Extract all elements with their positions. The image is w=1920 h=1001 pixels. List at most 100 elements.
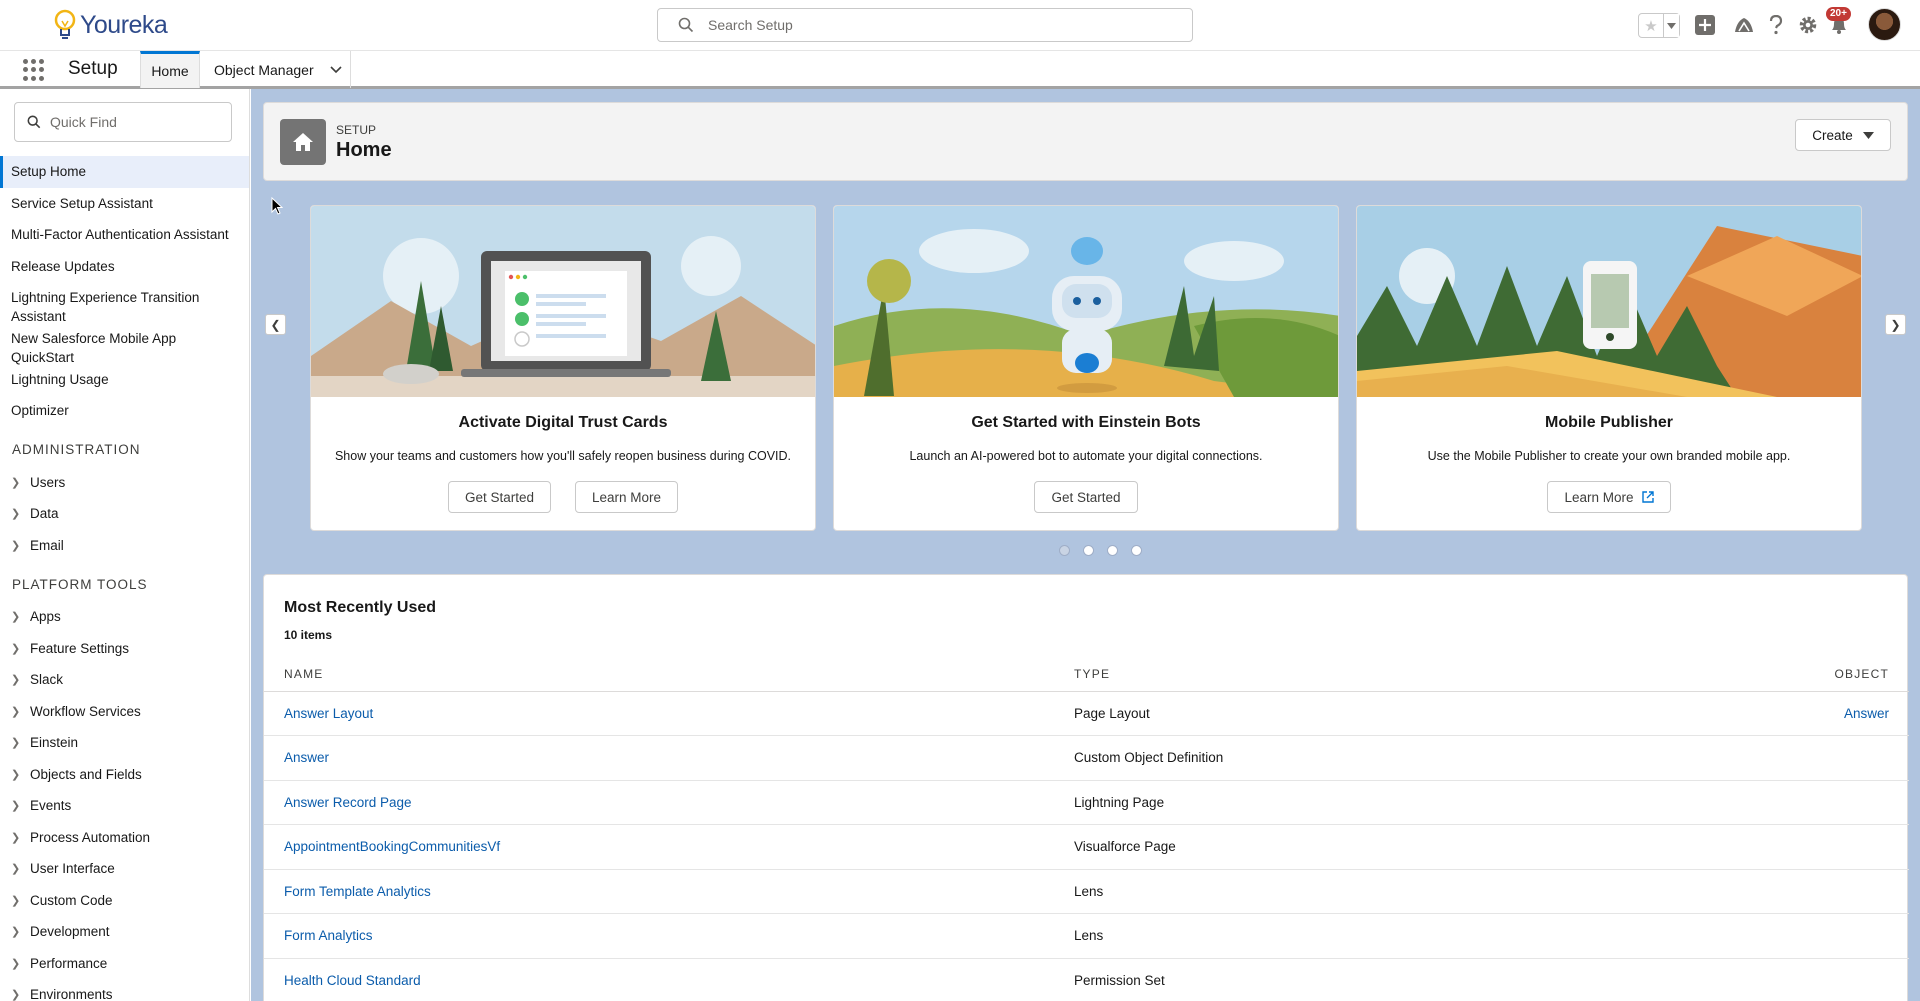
- sidebar-item-optimizer[interactable]: Optimizer: [0, 395, 249, 427]
- record-name-link[interactable]: Form Analytics: [284, 928, 373, 943]
- mru-table: NAME TYPE OBJECT Answer Layout Page Layo…: [264, 657, 1909, 1001]
- card-buttons: Learn More: [1357, 481, 1861, 513]
- record-object-link[interactable]: Answer: [1844, 706, 1889, 721]
- sidebar-item-label: Einstein: [30, 735, 79, 751]
- sidebar-item-environments[interactable]: ❯ Environments: [0, 979, 249, 1001]
- card-buttons: Get Started: [834, 481, 1338, 513]
- record-type: Page Layout: [1074, 691, 1631, 736]
- sidebar-item-performance[interactable]: ❯ Performance: [0, 948, 249, 980]
- lightbulb-logo-icon: [54, 9, 76, 39]
- favorites-group: ★: [1638, 13, 1680, 38]
- setup-gear-button[interactable]: [1795, 12, 1821, 38]
- record-name-link[interactable]: Answer: [284, 750, 329, 765]
- sidebar-item-objects-and-fields[interactable]: ❯ Objects and Fields: [0, 759, 249, 791]
- sidebar-item-apps[interactable]: ❯ Apps: [0, 601, 249, 633]
- sidebar-item-service-setup-assistant[interactable]: Service Setup Assistant: [0, 188, 249, 220]
- tab-object-manager[interactable]: Object Manager: [201, 51, 351, 88]
- global-header: Youreka ★ 20+: [0, 0, 1920, 51]
- sidebar-item-email[interactable]: ❯ Email: [0, 530, 249, 562]
- sidebar-item-workflow-services[interactable]: ❯ Workflow Services: [0, 696, 249, 728]
- sidebar-item-label: Environments: [30, 987, 113, 1001]
- sidebar-item-label: Performance: [30, 955, 108, 971]
- quick-find-box[interactable]: [14, 102, 232, 142]
- sidebar-item-events[interactable]: ❯ Events: [0, 790, 249, 822]
- chevron-right-icon: ❯: [11, 737, 21, 750]
- tab-home[interactable]: Home: [140, 51, 200, 88]
- search-setup-input[interactable]: [708, 17, 1148, 33]
- global-actions-button[interactable]: [1692, 12, 1718, 38]
- youreka-logo[interactable]: Youreka: [54, 8, 168, 42]
- column-header-type[interactable]: TYPE: [1074, 657, 1631, 692]
- table-row: Answer Record Page Lightning Page: [264, 780, 1909, 825]
- record-object: [1630, 958, 1909, 1001]
- table-header-row: NAME TYPE OBJECT: [264, 657, 1909, 692]
- sidebar-item-feature-settings[interactable]: ❯ Feature Settings: [0, 633, 249, 665]
- trailhead-button[interactable]: [1731, 12, 1757, 38]
- chevron-right-icon: ❯: [11, 894, 21, 907]
- learn-more-label: Learn More: [1564, 489, 1634, 505]
- record-name-link[interactable]: Form Template Analytics: [284, 884, 431, 899]
- sidebar-item-label: Apps: [30, 609, 61, 625]
- get-started-button[interactable]: Get Started: [1034, 481, 1138, 513]
- carousel-dot-4[interactable]: [1131, 545, 1142, 556]
- chevron-right-icon: ❯: [11, 674, 21, 687]
- sidebar-item-development[interactable]: ❯ Development: [0, 916, 249, 948]
- chevron-right-icon: ❯: [11, 539, 21, 552]
- page-header: SETUP Home Create: [263, 102, 1908, 181]
- sidebar-item-label: Custom Code: [30, 892, 113, 908]
- chevron-right-icon: ❯: [11, 642, 21, 655]
- learn-more-button[interactable]: Learn More: [575, 481, 679, 513]
- sidebar-item-label: Events: [30, 798, 72, 814]
- sidebar-item-mobile-quickstart[interactable]: New Salesforce Mobile App QuickStart: [0, 331, 249, 365]
- app-launcher-icon[interactable]: [23, 59, 45, 81]
- einstein-bot-illustration: [834, 206, 1338, 397]
- user-avatar[interactable]: [1868, 8, 1901, 41]
- carousel-dot-2[interactable]: [1083, 545, 1094, 556]
- setup-search-box[interactable]: [657, 8, 1193, 42]
- chevron-right-icon: ❯: [11, 957, 21, 970]
- carousel-dot-3[interactable]: [1107, 545, 1118, 556]
- mobile-publisher-illustration: [1357, 206, 1861, 397]
- sidebar-item-setup-home[interactable]: Setup Home: [0, 156, 249, 188]
- sidebar-item-user-interface[interactable]: ❯ User Interface: [0, 853, 249, 885]
- record-name-link[interactable]: AppointmentBookingCommunitiesVf: [284, 839, 500, 854]
- quick-find-input[interactable]: [50, 114, 220, 130]
- sidebar-item-slack[interactable]: ❯ Slack: [0, 664, 249, 696]
- get-started-button[interactable]: Get Started: [447, 481, 551, 513]
- mru-item-count: 10 items: [284, 628, 333, 642]
- table-row: Answer Custom Object Definition: [264, 735, 1909, 781]
- column-header-name[interactable]: NAME: [264, 657, 1074, 692]
- record-name-link[interactable]: Health Cloud Standard: [284, 973, 421, 988]
- gear-icon: [1799, 16, 1817, 34]
- record-name-link[interactable]: Answer Layout: [284, 706, 373, 721]
- chevron-down-icon[interactable]: [330, 65, 342, 74]
- favorite-star-icon[interactable]: ★: [1639, 14, 1663, 37]
- create-button[interactable]: Create: [1795, 119, 1891, 151]
- favorites-dropdown-button[interactable]: [1663, 14, 1679, 37]
- carousel-prev-button[interactable]: ❮: [265, 314, 286, 335]
- sidebar-item-mfa-assistant[interactable]: Multi-Factor Authentication Assistant: [0, 219, 249, 251]
- sidebar-item-process-automation[interactable]: ❯ Process Automation: [0, 822, 249, 854]
- record-object: [1630, 913, 1909, 959]
- chevron-right-icon: ❯: [11, 831, 21, 844]
- help-button[interactable]: [1763, 12, 1789, 38]
- column-header-object[interactable]: OBJECT: [1630, 657, 1909, 692]
- chevron-right-icon: ❯: [11, 800, 21, 813]
- sidebar-list: Setup Home Service Setup Assistant Multi…: [0, 156, 249, 1001]
- learn-more-button[interactable]: Learn More: [1547, 481, 1671, 513]
- card-description: Show your teams and customers how you'll…: [334, 449, 792, 463]
- card-buttons: Get Started Learn More: [311, 481, 815, 513]
- record-name-link[interactable]: Answer Record Page: [284, 795, 412, 810]
- sidebar-item-lightning-transition[interactable]: Lightning Experience Transition Assistan…: [0, 282, 249, 332]
- carousel-pagination: [251, 545, 1920, 556]
- chevron-right-icon: ❯: [11, 863, 21, 876]
- sidebar-item-lightning-usage[interactable]: Lightning Usage: [0, 364, 249, 396]
- carousel-dot-1[interactable]: [1059, 545, 1070, 556]
- carousel-next-button[interactable]: ❯: [1885, 314, 1906, 335]
- sidebar-item-custom-code[interactable]: ❯ Custom Code: [0, 885, 249, 917]
- sidebar-item-release-updates[interactable]: Release Updates: [0, 251, 249, 283]
- sidebar-item-einstein[interactable]: ❯ Einstein: [0, 727, 249, 759]
- chevron-right-icon: ❯: [11, 989, 21, 1001]
- sidebar-item-data[interactable]: ❯ Data: [0, 498, 249, 530]
- sidebar-item-users[interactable]: ❯ Users: [0, 467, 249, 499]
